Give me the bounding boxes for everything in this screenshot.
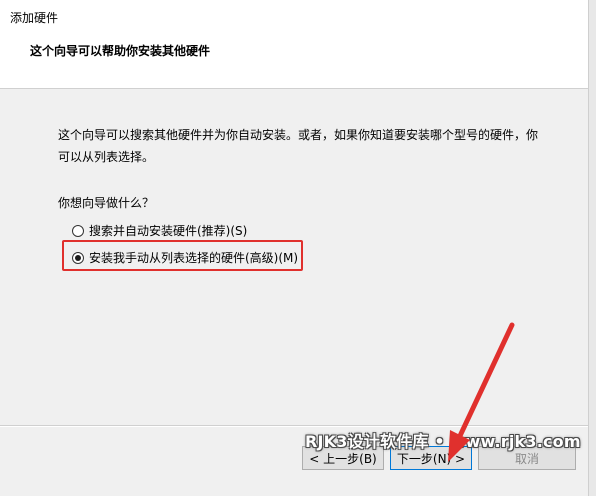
intro-line-2: 可以从列表选择。 — [58, 150, 155, 164]
page-heading: 这个向导可以帮助你安装其他硬件 — [30, 44, 211, 58]
arrow-shaft — [456, 322, 515, 441]
option-manual-install[interactable]: 安装我手动从列表选择的硬件(高级)(M) — [72, 249, 298, 266]
wizard-header: 添加硬件 这个向导可以帮助你安装其他硬件 — [0, 0, 588, 88]
radio-manual-install[interactable] — [72, 251, 84, 264]
header-divider — [0, 88, 588, 89]
option-manual-install-label: 安装我手动从列表选择的硬件(高级)(M) — [89, 251, 299, 265]
back-button[interactable]: < 上一步(B) — [302, 446, 384, 470]
option-auto-install[interactable]: 搜索并自动安装硬件(推荐)(S) — [72, 222, 247, 239]
footer-divider-highlight — [0, 426, 588, 427]
intro-text: 这个向导可以搜索其他硬件并为你自动安装。或者，如果你知道要安装哪个型号的硬件，你… — [58, 124, 558, 168]
question-label: 你想向导做什么？ — [58, 196, 155, 210]
option-auto-install-label: 搜索并自动安装硬件(推荐)(S) — [89, 224, 248, 238]
cancel-button[interactable]: 取消 — [478, 446, 576, 470]
window-right-edge — [588, 0, 596, 496]
window-title: 添加硬件 — [10, 11, 59, 25]
intro-line-1: 这个向导可以搜索其他硬件并为你自动安装。或者，如果你知道要安装哪个型号的硬件，你 — [58, 128, 539, 142]
radio-auto-install[interactable] — [72, 224, 84, 237]
add-hardware-wizard-window: 添加硬件 这个向导可以帮助你安装其他硬件 这个向导可以搜索其他硬件并为你自动安装… — [0, 0, 596, 496]
next-button[interactable]: 下一步(N) > — [390, 446, 472, 470]
